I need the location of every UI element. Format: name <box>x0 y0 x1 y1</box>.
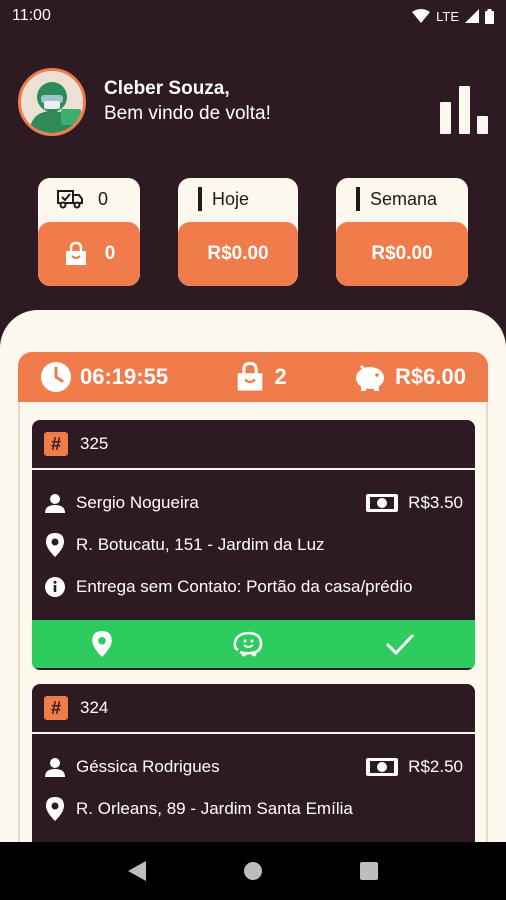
order-actions <box>32 620 475 668</box>
cash-icon <box>366 758 399 776</box>
today-value: R$0.00 <box>178 222 298 286</box>
customer-row: Géssica Rodrigues R$2.50 <box>32 746 475 788</box>
hash-icon: # <box>44 432 68 456</box>
route-total-value: R$6.00 <box>395 364 466 389</box>
delivery-fee-value: R$3.50 <box>408 493 463 512</box>
order-header: # 325 <box>32 420 475 470</box>
greeting: Cleber Souza, Bem vindo de volta! <box>104 77 440 127</box>
stats-chart-icon[interactable] <box>440 86 488 134</box>
bag-icon <box>238 361 263 391</box>
route-orders: 2 <box>234 361 287 393</box>
welcome-text: Bem vindo de volta! <box>104 103 271 124</box>
order-header: # 324 <box>32 684 475 734</box>
delivery-fee: R$3.50 <box>366 493 463 513</box>
today-card[interactable]: Hoje R$0.00 <box>178 178 298 286</box>
map-pin-button-icon[interactable] <box>92 631 112 657</box>
order-card[interactable]: # 324 Géssica Rodrigues R$2.50 R. Orlean… <box>32 684 475 842</box>
network-label: LTE <box>436 8 459 24</box>
address-text: R. Botucatu, 151 - Jardim da Luz <box>76 535 325 554</box>
courier-avatar-icon <box>21 71 83 133</box>
delivery-fee-value: R$2.50 <box>408 757 463 776</box>
info-icon <box>45 577 65 597</box>
today-label: Hoje <box>212 188 250 209</box>
clock-icon <box>41 362 71 392</box>
location-pin-icon <box>46 533 64 557</box>
avatar[interactable] <box>18 68 86 136</box>
address-row: R. Botucatu, 151 - Jardim da Luz <box>32 524 475 566</box>
header: Cleber Souza, Bem vindo de volta! <box>18 68 488 136</box>
waze-icon[interactable] <box>232 630 264 658</box>
route-time: 06:19:55 <box>80 364 169 389</box>
today-marker <box>198 187 202 211</box>
deliveries-count: 0 <box>98 188 109 209</box>
deliveries-card[interactable]: 0 0 <box>38 178 140 286</box>
delivery-fee: R$2.50 <box>366 757 463 777</box>
week-card[interactable]: Semana R$0.00 <box>336 178 468 286</box>
route-summary-bar: 06:19:55 2 R$6.00 <box>18 352 488 402</box>
status-icons: LTE <box>412 8 494 24</box>
order-number: 324 <box>80 698 109 717</box>
wifi-icon <box>412 9 431 23</box>
home-icon[interactable] <box>243 861 263 881</box>
order-card[interactable]: # 325 Sergio Nogueira R$3.50 R. Botucatu… <box>32 420 475 670</box>
address-text: R. Orleans, 89 - Jardim Santa Emília <box>76 799 353 818</box>
back-icon[interactable] <box>128 861 147 881</box>
signal-icon <box>465 9 479 23</box>
address-row: R. Orleans, 89 - Jardim Santa Emília <box>32 788 475 830</box>
person-icon <box>45 758 65 777</box>
note-row: Entrega sem Contato: Portão da casa/préd… <box>32 566 475 608</box>
orders-card-bottom: 0 <box>38 222 140 286</box>
check-icon[interactable] <box>385 633 415 655</box>
status-time: 11:00 <box>12 7 51 24</box>
route-total: R$6.00 <box>353 362 466 392</box>
orders-count: 0 <box>104 243 116 264</box>
week-marker <box>356 187 360 211</box>
customer-row: Sergio Nogueira R$3.50 <box>32 482 475 524</box>
week-value: R$0.00 <box>336 222 468 286</box>
customer-name: Géssica Rodrigues <box>76 757 220 776</box>
delivery-truck-icon <box>57 190 83 209</box>
bag-icon <box>65 241 86 265</box>
system-nav-bar <box>0 842 506 900</box>
location-pin-icon <box>46 797 64 821</box>
customer-name: Sergio Nogueira <box>76 493 199 512</box>
hash-icon: # <box>44 696 68 720</box>
user-name: Cleber Souza, <box>104 78 230 99</box>
delivery-note: Entrega sem Contato: Portão da casa/préd… <box>76 577 413 596</box>
route-orders-count: 2 <box>274 364 287 389</box>
battery-icon <box>485 8 494 24</box>
week-label: Semana <box>370 188 438 209</box>
order-number: 325 <box>80 434 109 453</box>
status-bar: 11:00 LTE <box>0 0 506 32</box>
piggy-bank-icon <box>356 364 385 391</box>
cash-icon <box>366 494 399 512</box>
route-timer: 06:19:55 <box>40 361 168 393</box>
recents-icon[interactable] <box>359 862 378 880</box>
person-icon <box>45 494 65 513</box>
